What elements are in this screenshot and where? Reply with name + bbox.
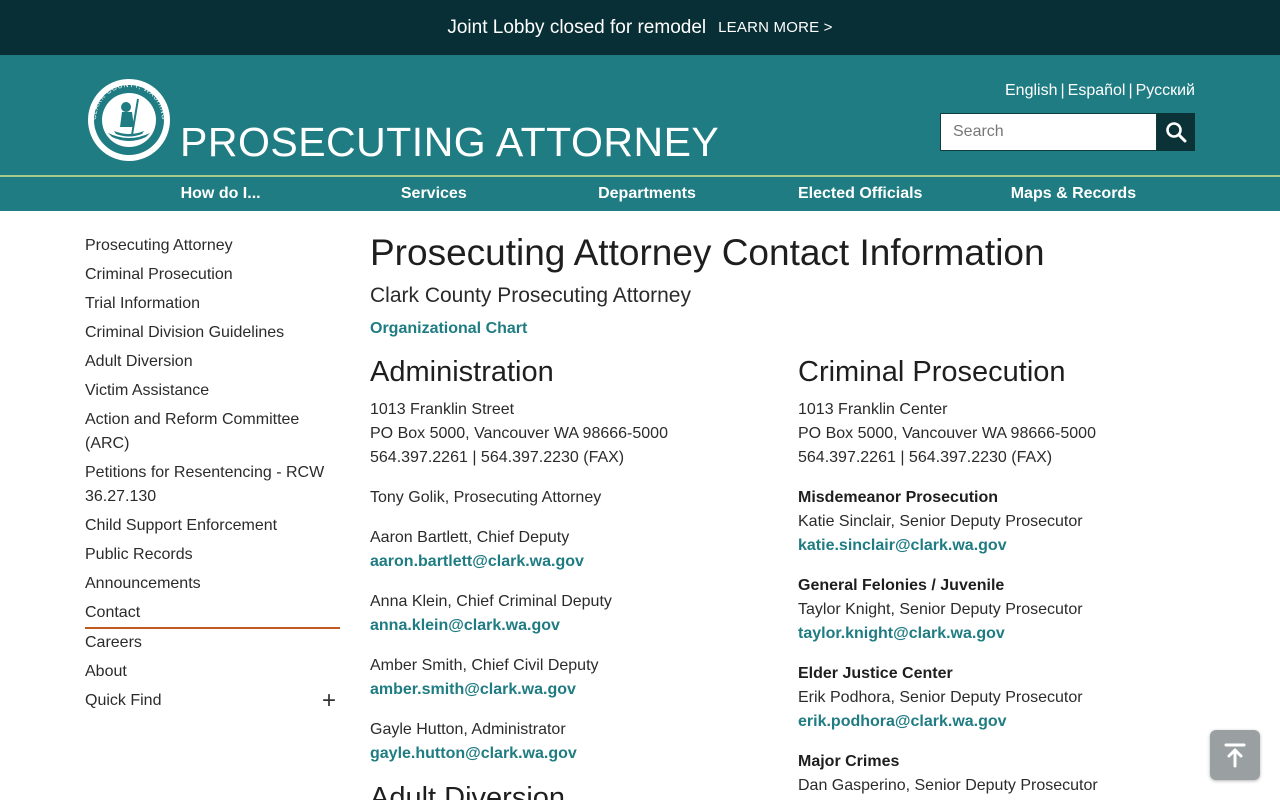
contact-name: Aaron Bartlett, Chief Deputy	[370, 529, 570, 546]
contact-name: Katie Sinclair, Senior Deputy Prosecutor	[798, 513, 1083, 530]
sidebar-item-victim-assistance[interactable]: Victim Assistance	[85, 377, 340, 406]
criminal-address-po: PO Box 5000, Vancouver WA 98666-5000	[798, 425, 1096, 442]
nav-maps-records[interactable]: Maps & Records	[967, 185, 1180, 203]
sidebar-item-about[interactable]: About	[85, 658, 340, 687]
alert-text: Joint Lobby closed for remodel	[447, 16, 707, 38]
email-link[interactable]: anna.klein@clark.wa.gov	[370, 614, 790, 638]
sidebar-item-trial-information[interactable]: Trial Information	[85, 290, 340, 319]
lang-english[interactable]: English	[1005, 82, 1057, 99]
lang-espanol[interactable]: Español	[1068, 82, 1126, 99]
learn-more-link[interactable]: LEARN MORE >	[718, 19, 833, 36]
site-header: CLARK COUNTY, WASHINGTON PROSECUTING ATT…	[0, 55, 1280, 175]
section-title-administration: Administration	[370, 356, 554, 388]
search-icon	[1166, 122, 1187, 143]
admin-head: Tony Golik, Prosecuting Attorney	[370, 486, 790, 510]
lang-separator: |	[1060, 82, 1065, 99]
contact-name: Taylor Knight, Senior Deputy Prosecutor	[798, 601, 1083, 618]
sidebar-item-criminal-prosecution[interactable]: Criminal Prosecution	[85, 261, 340, 290]
email-link[interactable]: taylor.knight@clark.wa.gov	[798, 622, 1218, 646]
search-form	[940, 113, 1195, 151]
contact-entry: Amber Smith, Chief Civil Deputy amber.sm…	[370, 654, 790, 702]
unit-name: Elder Justice Center	[798, 665, 953, 682]
sidebar-item-public-records[interactable]: Public Records	[85, 541, 340, 570]
main-nav: How do I... Services Departments Elected…	[0, 175, 1280, 211]
admin-phone: 564.397.2261 | 564.397.2230 (FAX)	[370, 449, 625, 466]
nav-services[interactable]: Services	[327, 185, 540, 203]
sidebar-item-child-support[interactable]: Child Support Enforcement	[85, 512, 340, 541]
unit-entry: Elder Justice Center Erik Podhora, Senio…	[798, 662, 1218, 734]
admin-address-po: PO Box 5000, Vancouver WA 98666-5000	[370, 425, 668, 442]
back-to-top-button[interactable]	[1210, 730, 1260, 780]
nav-how-do-i[interactable]: How do I...	[114, 185, 327, 203]
sidebar-item-announcements[interactable]: Announcements	[85, 570, 340, 599]
criminal-phone: 564.397.2261 | 564.397.2230 (FAX)	[798, 449, 1053, 466]
section-title-criminal-prosecution: Criminal Prosecution	[798, 356, 1066, 388]
page-subtitle: Clark County Prosecuting Attorney	[370, 284, 691, 307]
sidebar-item-adult-diversion[interactable]: Adult Diversion	[85, 348, 340, 377]
main-content: Prosecuting Attorney Contact Information…	[370, 230, 1200, 800]
email-link[interactable]: amber.smith@clark.wa.gov	[370, 678, 790, 702]
sidebar-item-contact[interactable]: Contact	[85, 599, 340, 629]
sidebar-item-careers[interactable]: Careers	[85, 629, 340, 658]
nav-elected-officials[interactable]: Elected Officials	[754, 185, 967, 203]
sidebar-item-arc[interactable]: Action and Reform Committee (ARC)	[85, 406, 340, 459]
unit-name: Misdemeanor Prosecution	[798, 489, 999, 506]
sidebar-item-criminal-division-guidelines[interactable]: Criminal Division Guidelines	[85, 319, 340, 348]
contact-name: Dan Gasperino, Senior Deputy Prosecutor	[798, 777, 1098, 794]
search-input[interactable]	[940, 113, 1157, 151]
contact-entry: Gayle Hutton, Administrator gayle.hutton…	[370, 718, 790, 766]
email-link[interactable]: erik.podhora@clark.wa.gov	[798, 710, 1218, 734]
unit-name: Major Crimes	[798, 753, 900, 770]
unit-entry: Misdemeanor Prosecution Katie Sinclair, …	[798, 486, 1218, 558]
lang-separator: |	[1128, 82, 1133, 99]
org-chart-link[interactable]: Organizational Chart	[370, 320, 527, 338]
email-link[interactable]: katie.sinclair@clark.wa.gov	[798, 534, 1218, 558]
criminal-prosecution-column: Criminal Prosecution 1013 Franklin Cente…	[798, 354, 1218, 798]
contact-name: Erik Podhora, Senior Deputy Prosecutor	[798, 689, 1083, 706]
alert-banner: Joint Lobby closed for remodel LEARN MOR…	[0, 0, 1280, 55]
email-link[interactable]: aaron.bartlett@clark.wa.gov	[370, 550, 790, 574]
site-title[interactable]: PROSECUTING ATTORNEY	[180, 119, 719, 166]
administration-column: Administration 1013 Franklin Street PO B…	[370, 354, 790, 800]
contact-name: Anna Klein, Chief Criminal Deputy	[370, 593, 612, 610]
unit-name: General Felonies / Juvenile	[798, 577, 1005, 594]
criminal-address-street: 1013 Franklin Center	[798, 401, 948, 418]
contact-name: Tony Golik, Prosecuting Attorney	[370, 489, 602, 506]
nav-departments[interactable]: Departments	[540, 185, 753, 203]
quick-find-label: Quick Find	[85, 692, 162, 709]
admin-address-street: 1013 Franklin Street	[370, 401, 515, 418]
search-button[interactable]	[1157, 113, 1195, 151]
contact-name: Amber Smith, Chief Civil Deputy	[370, 657, 599, 674]
lang-russian[interactable]: Русский	[1136, 82, 1195, 99]
sidebar-item-prosecuting-attorney[interactable]: Prosecuting Attorney	[85, 232, 340, 261]
contact-entry: Anna Klein, Chief Criminal Deputy anna.k…	[370, 590, 790, 638]
arrow-up-to-top-icon	[1224, 743, 1246, 768]
contact-entry: Aaron Bartlett, Chief Deputy aaron.bartl…	[370, 526, 790, 574]
county-seal-logo[interactable]: CLARK COUNTY, WASHINGTON	[86, 77, 172, 163]
unit-entry: Major Crimes Dan Gasperino, Senior Deput…	[798, 750, 1218, 798]
language-switcher: English | Español | Русский	[1005, 82, 1195, 100]
contact-name: Gayle Hutton, Administrator	[370, 721, 566, 738]
expand-plus-icon[interactable]: +	[322, 689, 340, 713]
section-title-adult-diversion: Adult Diversion	[370, 782, 566, 800]
sidebar-item-petitions-resentencing[interactable]: Petitions for Resentencing - RCW 36.27.1…	[85, 459, 340, 512]
email-link[interactable]: gayle.hutton@clark.wa.gov	[370, 742, 790, 766]
sidebar-nav: Prosecuting Attorney Criminal Prosecutio…	[85, 232, 340, 716]
sidebar-item-quick-find[interactable]: Quick Find +	[85, 687, 340, 716]
page-title: Prosecuting Attorney Contact Information	[370, 232, 1045, 273]
unit-entry: General Felonies / Juvenile Taylor Knigh…	[798, 574, 1218, 646]
